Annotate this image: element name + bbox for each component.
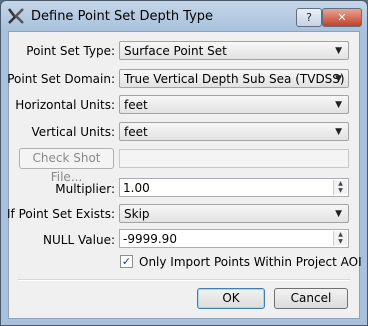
vertical-units-label: Vertical Units: bbox=[31, 125, 115, 139]
cancel-button[interactable]: Cancel bbox=[274, 288, 348, 309]
dialog-body: Point Set Type: Surface Point Set ▼ Poin… bbox=[7, 31, 362, 319]
spin-up-icon[interactable]: ▲ bbox=[334, 231, 347, 238]
check-shot-file-button[interactable]: Check Shot File... bbox=[19, 148, 114, 184]
point-set-domain-label: Point Set Domain: bbox=[7, 72, 115, 86]
point-set-type-select[interactable]: Surface Point Set ▼ bbox=[119, 41, 349, 60]
ok-button[interactable]: OK bbox=[197, 288, 265, 309]
if-exists-select[interactable]: Skip ▼ bbox=[119, 204, 349, 223]
point-set-domain-value: True Vertical Depth Sub Sea (TVDSS) bbox=[124, 72, 345, 86]
multiplier-value: 1.00 bbox=[123, 181, 150, 195]
null-value-label: NULL Value: bbox=[43, 233, 115, 247]
multiplier-label: Multiplier: bbox=[55, 182, 115, 196]
dialog-window: Define Point Set Depth Type ? ✕ Point Se… bbox=[0, 0, 368, 326]
null-value-value: -9999.90 bbox=[123, 232, 177, 246]
chevron-down-icon: ▼ bbox=[335, 100, 342, 110]
close-button[interactable]: ✕ bbox=[322, 8, 362, 27]
spin-up-icon[interactable]: ▲ bbox=[334, 180, 347, 187]
vertical-units-value: feet bbox=[124, 125, 148, 139]
spin-down-icon[interactable]: ▼ bbox=[334, 187, 347, 194]
chevron-down-icon: ▼ bbox=[335, 46, 342, 56]
point-set-domain-select[interactable]: True Vertical Depth Sub Sea (TVDSS) ▼ bbox=[119, 69, 349, 88]
vertical-units-select[interactable]: feet ▼ bbox=[119, 122, 349, 141]
horizontal-units-select[interactable]: feet ▼ bbox=[119, 95, 349, 114]
chevron-down-icon: ▼ bbox=[335, 127, 342, 137]
chevron-down-icon: ▼ bbox=[335, 209, 342, 219]
import-aoi-label[interactable]: Only Import Points Within Project AOI bbox=[139, 255, 362, 269]
if-exists-label: If Point Set Exists: bbox=[7, 207, 115, 221]
horizontal-units-value: feet bbox=[124, 98, 148, 112]
divider bbox=[18, 279, 350, 281]
import-aoi-checkbox[interactable]: ✓ bbox=[120, 255, 133, 268]
help-button[interactable]: ? bbox=[296, 8, 322, 27]
check-shot-file-field[interactable] bbox=[119, 149, 349, 168]
multiplier-stepper[interactable]: 1.00 ▲ ▼ bbox=[119, 178, 349, 197]
horizontal-units-label: Horizontal Units: bbox=[15, 98, 115, 112]
spin-down-icon[interactable]: ▼ bbox=[334, 238, 347, 245]
if-exists-value: Skip bbox=[124, 207, 150, 221]
window-title: Define Point Set Depth Type bbox=[31, 9, 214, 24]
point-set-type-label: Point Set Type: bbox=[26, 44, 115, 58]
null-value-stepper[interactable]: -9999.90 ▲ ▼ bbox=[119, 229, 349, 248]
title-bar: Define Point Set Depth Type ? ✕ bbox=[1, 1, 367, 31]
multiplier-spin: ▲ ▼ bbox=[333, 180, 347, 195]
chevron-down-icon: ▼ bbox=[335, 74, 342, 84]
null-value-spin: ▲ ▼ bbox=[333, 231, 347, 246]
point-set-type-value: Surface Point Set bbox=[124, 44, 227, 58]
app-logo-icon bbox=[8, 8, 24, 24]
